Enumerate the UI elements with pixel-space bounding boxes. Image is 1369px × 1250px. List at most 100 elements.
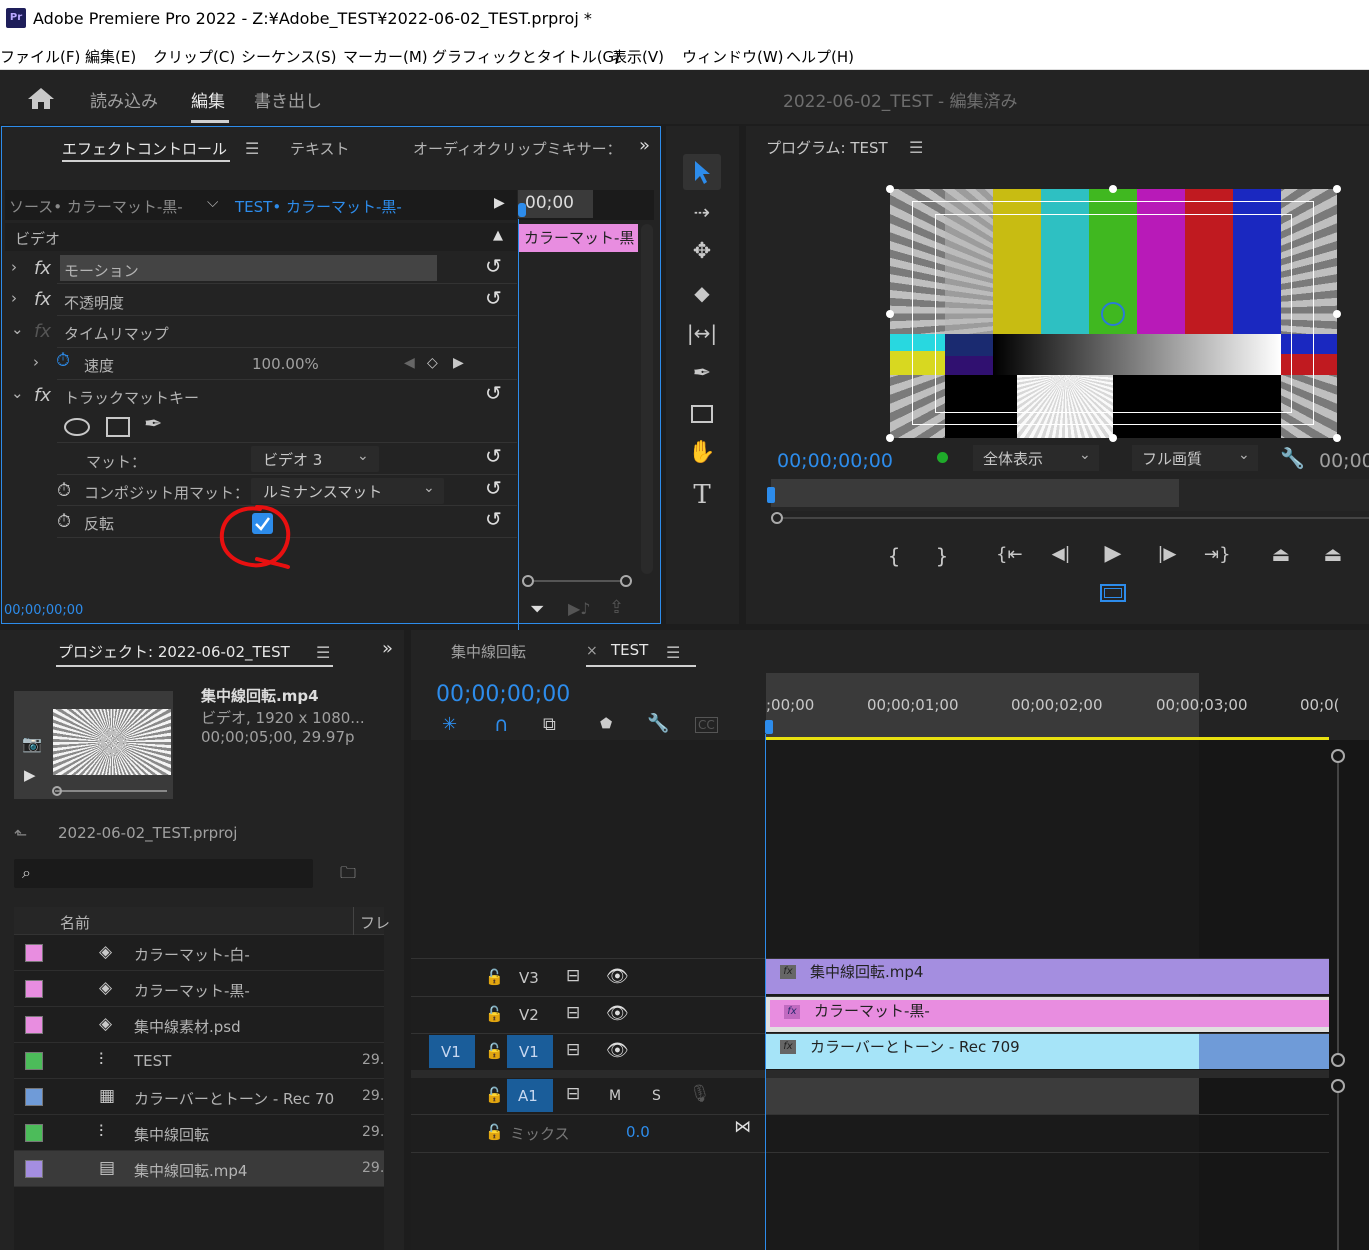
razor-icon[interactable]: ◆ <box>686 281 718 305</box>
audio-only-icon[interactable]: ▶♪ <box>568 599 591 618</box>
panel-menu-icon[interactable]: ☰ <box>666 643 680 662</box>
preview-scrubber[interactable] <box>55 790 167 792</box>
transform-handle[interactable] <box>1333 185 1341 193</box>
label-color-swatch[interactable] <box>25 1160 43 1178</box>
lock-icon[interactable]: 🔓 <box>485 968 504 986</box>
clip-v1[interactable]: fx カラーバーとトーン - Rec 709 <box>766 1034 1199 1069</box>
play-icon[interactable]: ▶ <box>24 766 36 784</box>
vertical-zoom-handle[interactable] <box>1331 1053 1345 1067</box>
eye-icon[interactable]: 👁 <box>606 1003 629 1024</box>
prev-keyframe-icon[interactable]: ◀ <box>404 355 415 371</box>
fx-icon[interactable]: fx <box>34 385 51 406</box>
add-keyframe-icon[interactable]: ◇ <box>427 355 438 371</box>
reset-icon[interactable]: ↺ <box>485 444 502 468</box>
sync-lock-icon[interactable]: ⊟ <box>566 1003 580 1023</box>
sync-lock-icon[interactable]: ⊟ <box>566 966 580 986</box>
list-item[interactable]: ▦ カラーバーとトーン - Rec 70 29. <box>14 1079 384 1115</box>
step-back-icon[interactable]: ◀| <box>1048 544 1074 564</box>
tab-effect-controls[interactable]: エフェクトコントロール <box>62 138 227 159</box>
expand-chevron-icon[interactable]: › <box>11 289 17 307</box>
nest-icon[interactable]: ✳ <box>442 714 457 735</box>
folder-up-icon[interactable]: ⬑ <box>14 825 27 844</box>
mix-value[interactable]: 0.0 <box>626 1123 650 1141</box>
lock-icon[interactable]: 🔓 <box>485 1042 504 1060</box>
timeline-playhead-marker[interactable] <box>765 720 773 734</box>
track-select-icon[interactable]: ⇢ <box>686 200 718 224</box>
anchor-point-icon[interactable] <box>1101 302 1125 326</box>
menu-help[interactable]: ヘルプ(H) <box>786 46 854 67</box>
microphone-icon[interactable]: 🎙 <box>689 1084 711 1104</box>
expand-chevron-icon[interactable]: › <box>33 353 39 371</box>
panel-menu-icon[interactable]: ☰ <box>245 139 259 158</box>
effect-motion[interactable]: モーション <box>64 260 139 281</box>
play-triangle-icon[interactable]: ▶ <box>494 195 505 211</box>
extract-icon[interactable]: ⏏ <box>1318 542 1348 566</box>
stopwatch-icon[interactable]: ⏱ <box>57 480 71 501</box>
project-title[interactable]: プロジェクト: 2022-06-02_TEST <box>58 641 290 662</box>
label-color-swatch[interactable] <box>25 1124 43 1142</box>
hand-icon[interactable]: ✋ <box>686 440 718 465</box>
add-marker-icon[interactable]: ⬟ <box>600 716 612 732</box>
label-color-swatch[interactable] <box>25 980 43 998</box>
pen-icon[interactable]: ✒ <box>686 361 718 386</box>
type-tool-icon[interactable]: T <box>686 480 718 510</box>
expand-chevron-icon[interactable]: › <box>11 258 17 276</box>
selection-arrow-icon[interactable] <box>693 159 713 185</box>
menu-edit[interactable]: 編集(E) <box>85 46 136 67</box>
panel-menu-icon[interactable]: ☰ <box>316 643 330 662</box>
mini-clip[interactable]: カラーマット-黒 <box>519 224 638 252</box>
list-item[interactable]: ◈ 集中線素材.psd <box>14 1007 384 1043</box>
pen-mask-icon[interactable]: ✒ <box>144 412 162 437</box>
mark-in-icon[interactable]: { <box>884 544 904 568</box>
program-playhead[interactable] <box>767 487 775 503</box>
zoom-handle[interactable] <box>771 512 783 524</box>
captions-icon[interactable]: CC <box>695 717 718 733</box>
camera-icon[interactable]: 📷 <box>22 734 42 753</box>
expand-chevron-down-icon[interactable]: ⌄ <box>11 320 24 338</box>
sync-lock-icon[interactable]: ⊟ <box>566 1040 580 1060</box>
speed-value[interactable]: 100.00% <box>252 355 319 373</box>
timeline-tab-sequence1[interactable]: 集中線回転 <box>451 641 526 662</box>
tab-export[interactable]: 書き出し <box>254 87 322 112</box>
label-color-swatch[interactable] <box>25 1088 43 1106</box>
filter-icon[interactable]: ⏷ <box>530 599 544 620</box>
track-v2-label[interactable]: V2 <box>519 1006 539 1024</box>
program-timecode[interactable]: 00;00;00;00 <box>777 450 893 472</box>
lock-icon[interactable]: 🔓 <box>485 1005 504 1023</box>
transform-handle[interactable] <box>1333 434 1341 442</box>
program-title[interactable]: プログラム: TEST <box>766 137 888 158</box>
timeline-timecode[interactable]: 00;00;00;00 <box>436 682 570 707</box>
mix-pan-icon[interactable]: ⋈ <box>734 1117 751 1137</box>
menu-window[interactable]: ウィンドウ(W) <box>682 46 784 67</box>
timeline-tab-test[interactable]: TEST <box>611 641 648 659</box>
stopwatch-icon[interactable]: ⏱ <box>57 511 71 532</box>
list-item[interactable]: ⫶ 集中線回転 29. <box>14 1115 384 1151</box>
mark-out-icon[interactable]: } <box>932 544 952 568</box>
scrollbar[interactable] <box>641 224 653 574</box>
playhead-marker[interactable] <box>518 203 526 217</box>
reset-icon[interactable]: ↺ <box>485 507 502 531</box>
expand-chevron-down-icon[interactable]: ⌄ <box>11 384 24 402</box>
next-keyframe-icon[interactable]: ▶ <box>453 355 464 371</box>
tab-edit[interactable]: 編集 <box>191 87 225 112</box>
search-input[interactable]: ⌕ <box>14 859 313 888</box>
list-item[interactable]: ◈ カラーマット-黒- <box>14 971 384 1007</box>
column-name[interactable]: 名前 <box>60 912 90 933</box>
matte-dropdown[interactable]: ビデオ 3 ⌄ <box>251 446 379 472</box>
chevron-down-icon[interactable]: ⌵ <box>207 193 218 211</box>
export-icon[interactable]: ⇪ <box>609 597 624 618</box>
go-to-out-icon[interactable]: ⇥} <box>1204 544 1231 565</box>
menu-graphics[interactable]: グラフィックとタイトル(G) <box>432 46 620 67</box>
transform-handle[interactable] <box>886 310 894 318</box>
menu-view[interactable]: 表示(V) <box>612 46 664 67</box>
collapse-up-icon[interactable]: ▲ <box>493 228 503 243</box>
label-color-swatch[interactable] <box>25 1016 43 1034</box>
clip-v3[interactable]: fx 集中線回転.mp4 <box>766 959 1329 994</box>
track-a1-target[interactable]: A1 <box>507 1079 553 1112</box>
lock-icon[interactable]: 🔓 <box>485 1123 504 1141</box>
column-framerate[interactable]: フレ <box>360 912 390 933</box>
home-icon[interactable] <box>27 86 55 110</box>
list-item[interactable]: ◈ カラーマット-白- <box>14 935 384 971</box>
go-to-in-icon[interactable]: {⇤ <box>996 544 1023 565</box>
lift-icon[interactable]: ⏏ <box>1266 542 1296 566</box>
